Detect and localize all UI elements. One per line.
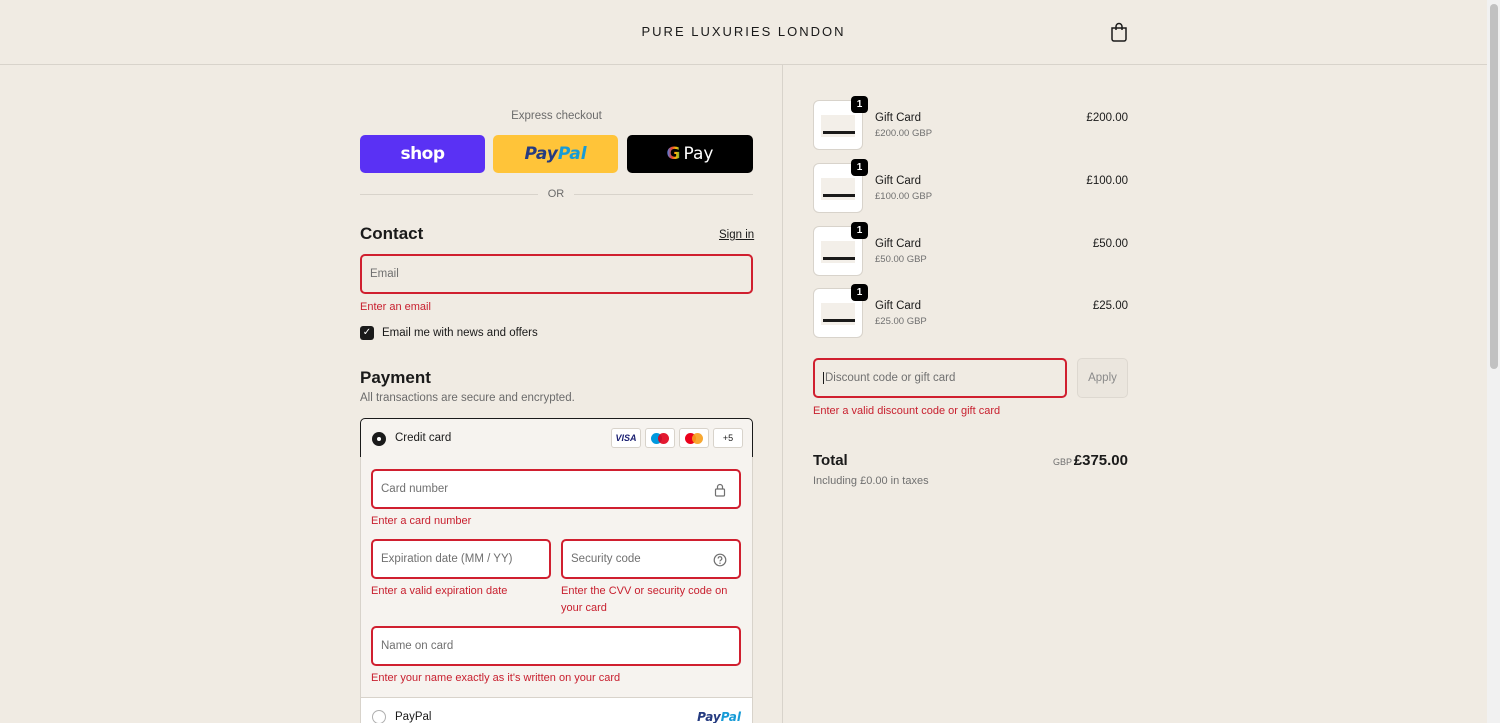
paypal-logo: PayPal <box>697 710 741 723</box>
expiration-date-field[interactable]: Expiration date (MM / YY) <box>371 539 551 579</box>
or-divider-left <box>360 194 538 195</box>
discount-code-placeholder: Discount code or gift card <box>823 372 956 384</box>
order-item: 1 Gift Card £25.00 GBP £25.00 <box>813 284 1128 338</box>
google-g-icon: G <box>666 144 681 164</box>
brand-logo[interactable]: PURE LUXURIES LONDON <box>0 24 1487 39</box>
item-variant: £25.00 GBP <box>875 316 927 327</box>
item-price: £50.00 <box>1092 238 1128 250</box>
email-placeholder: Email <box>370 268 399 280</box>
quantity-badge: 1 <box>851 159 868 176</box>
expiration-date-error: Enter a valid expiration date <box>371 585 508 597</box>
item-variant: £50.00 GBP <box>875 254 927 265</box>
newsletter-label[interactable]: Email me with news and offers <box>382 327 538 339</box>
credit-card-radio[interactable] <box>372 432 386 446</box>
maestro-icon <box>645 428 675 448</box>
payment-title: Payment <box>360 368 431 387</box>
scrollbar[interactable] <box>1487 0 1500 723</box>
quantity-badge: 1 <box>851 222 868 239</box>
order-item: 1 Gift Card £100.00 GBP £100.00 <box>813 159 1128 213</box>
item-price: £200.00 <box>1086 112 1128 124</box>
card-number-error: Enter a card number <box>371 515 472 527</box>
paypal-express-button[interactable]: Pay Pal <box>493 135 618 173</box>
visa-icon: VISA <box>611 428 641 448</box>
credit-card-option[interactable]: Credit card VISA +5 <box>360 418 753 458</box>
total-currency: GBP <box>1053 457 1073 467</box>
sign-in-link[interactable]: Sign in <box>719 229 754 241</box>
security-code-error-line1: Enter the CVV or security code on <box>561 585 728 597</box>
express-checkout-title: Express checkout <box>511 110 602 122</box>
item-name: Gift Card <box>875 238 922 250</box>
item-variant: £100.00 GBP <box>875 191 933 202</box>
item-price: £100.00 <box>1086 175 1128 187</box>
card-number-placeholder: Card number <box>381 483 449 495</box>
shopping-bag-icon[interactable] <box>1110 22 1128 42</box>
card-number-field[interactable]: Card number <box>371 469 741 509</box>
security-code-field[interactable]: Security code <box>561 539 741 579</box>
mastercard-icon <box>679 428 709 448</box>
security-code-placeholder: Security code <box>571 553 641 565</box>
paypal-option[interactable]: PayPal PayPal <box>360 697 753 723</box>
total-label: Total <box>813 452 848 469</box>
help-icon[interactable] <box>713 553 727 567</box>
name-on-card-error: Enter your name exactly as it's written … <box>371 672 621 684</box>
shop-pay-button[interactable]: shop <box>360 135 485 173</box>
paypal-label-part2: Pal <box>557 144 587 164</box>
item-name: Gift Card <box>875 175 922 187</box>
newsletter-checkbox[interactable]: ✓ <box>360 326 374 340</box>
more-cards-badge: +5 <box>713 428 743 448</box>
item-variant: £200.00 GBP <box>875 128 933 139</box>
total-amount: £375.00 <box>1073 452 1128 469</box>
quantity-badge: 1 <box>851 96 868 113</box>
contact-title: Contact <box>360 224 424 243</box>
security-code-error-line2: your card <box>561 602 607 614</box>
or-divider-text: OR <box>547 188 565 200</box>
google-pay-button[interactable]: G Pay <box>627 135 753 173</box>
order-item: 1 Gift Card £50.00 GBP £50.00 <box>813 222 1128 276</box>
paypal-label-part1: Pay <box>524 144 558 164</box>
tax-note: Including £0.00 in taxes <box>813 475 929 487</box>
paypal-option-label: PayPal <box>395 711 432 723</box>
expiration-date-placeholder: Expiration date (MM / YY) <box>381 553 513 565</box>
item-name: Gift Card <box>875 300 922 312</box>
column-divider <box>782 65 783 723</box>
shop-pay-label: shop <box>400 144 445 164</box>
header: PURE LUXURIES LONDON <box>0 0 1487 65</box>
discount-code-field[interactable]: Discount code or gift card <box>813 358 1067 398</box>
payment-subtitle: All transactions are secure and encrypte… <box>360 392 575 404</box>
credit-card-label: Credit card <box>395 432 452 444</box>
quantity-badge: 1 <box>851 284 868 301</box>
paypal-radio[interactable] <box>372 710 386 723</box>
discount-code-error: Enter a valid discount code or gift card <box>813 405 1001 417</box>
email-error: Enter an email <box>360 301 431 313</box>
name-on-card-field[interactable]: Name on card <box>371 626 741 666</box>
item-name: Gift Card <box>875 112 922 124</box>
scrollbar-thumb[interactable] <box>1490 4 1498 369</box>
or-divider-right <box>574 194 753 195</box>
email-field[interactable]: Email <box>360 254 753 294</box>
apply-discount-button[interactable]: Apply <box>1077 358 1128 398</box>
lock-icon <box>714 483 726 497</box>
item-price: £25.00 <box>1092 300 1128 312</box>
google-pay-label: Pay <box>683 144 714 164</box>
order-item: 1 Gift Card £200.00 GBP £200.00 <box>813 96 1128 150</box>
name-on-card-placeholder: Name on card <box>381 640 454 652</box>
